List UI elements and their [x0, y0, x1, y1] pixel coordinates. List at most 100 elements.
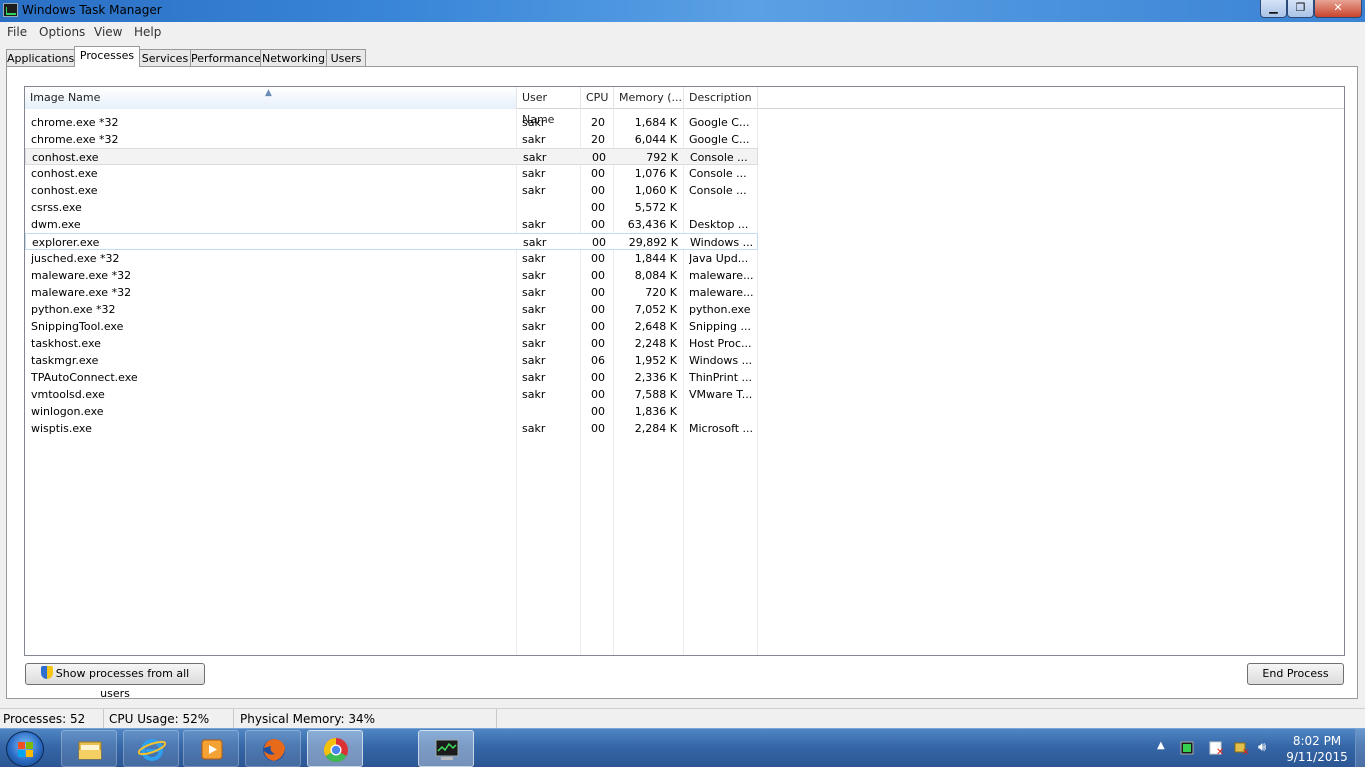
taskbar-chrome[interactable]: [307, 730, 363, 767]
tab-networking[interactable]: Networking: [260, 49, 327, 67]
process-name: dwm.exe: [31, 218, 81, 231]
process-description: Google C...: [689, 116, 750, 129]
process-user: sakr: [522, 354, 546, 367]
table-row[interactable]: conhost.exe sakr 00 1,076 K Console ...: [25, 165, 758, 182]
process-user: sakr: [522, 422, 546, 435]
show-desktop-button[interactable]: [1355, 729, 1365, 767]
process-cpu: 20: [591, 133, 605, 146]
process-cpu: 00: [591, 286, 605, 299]
process-name: explorer.exe: [32, 236, 100, 249]
process-user: sakr: [522, 286, 546, 299]
table-row[interactable]: dwm.exe sakr 00 63,436 K Desktop ...: [25, 216, 758, 233]
start-button[interactable]: [6, 731, 44, 767]
table-row[interactable]: maleware.exe *32 sakr 00 720 K maleware...: [25, 284, 758, 301]
process-user: sakr: [523, 151, 547, 164]
process-name: TPAutoConnect.exe: [31, 371, 138, 384]
menu-help[interactable]: Help: [134, 25, 161, 39]
network-connection-icon[interactable]: ✕: [1234, 741, 1250, 756]
close-button[interactable]: ✕: [1314, 0, 1362, 18]
process-user: [522, 403, 582, 420]
tab-users[interactable]: Users: [326, 49, 366, 67]
process-cpu: 00: [591, 320, 605, 333]
process-description: maleware...: [689, 286, 754, 299]
system-clock[interactable]: 8:02 PM 9/11/2015: [1282, 733, 1352, 765]
action-center-icon[interactable]: ✕: [1209, 741, 1225, 756]
table-row[interactable]: SnippingTool.exe sakr 00 2,648 K Snipping ..…: [25, 318, 758, 335]
process-cpu: 00: [591, 422, 605, 435]
table-row[interactable]: winlogon.exe 00 1,836 K: [25, 403, 758, 420]
menu-view[interactable]: View: [94, 25, 122, 39]
table-row[interactable]: TPAutoConnect.exe sakr 00 2,336 K ThinPrint …: [25, 369, 758, 386]
menu-options[interactable]: Options: [39, 25, 85, 39]
tab-performance[interactable]: Performance: [190, 49, 261, 67]
taskbar-firefox[interactable]: [245, 730, 301, 767]
process-memory: 2,336 K: [634, 371, 677, 384]
process-memory: 8,084 K: [634, 269, 677, 282]
window-title: Windows Task Manager: [22, 3, 162, 17]
table-row[interactable]: taskhost.exe sakr 00 2,248 K Host Proc...: [25, 335, 758, 352]
column-user-name[interactable]: User Name: [517, 87, 581, 126]
table-row[interactable]: conhost.exe sakr 00 792 K Console ...: [25, 148, 758, 165]
process-description: Host Proc...: [689, 337, 752, 350]
process-memory: 1,076 K: [634, 167, 677, 180]
process-cpu: 00: [592, 151, 606, 164]
sort-ascending-icon: ▲: [265, 88, 272, 98]
column-memory[interactable]: Memory (...: [614, 87, 684, 109]
process-memory: 7,052 K: [634, 303, 677, 316]
table-row[interactable]: explorer.exe sakr 00 29,892 K Windows ...: [25, 233, 758, 250]
status-processes: Processes: 52: [0, 709, 104, 729]
minimize-button[interactable]: ▁: [1260, 0, 1287, 18]
column-cpu[interactable]: CPU: [581, 87, 614, 109]
process-memory: 7,588 K: [634, 388, 677, 401]
table-row[interactable]: maleware.exe *32 sakr 00 8,084 K maleware...: [25, 267, 758, 284]
tab-services[interactable]: Services: [139, 49, 191, 67]
maximize-button[interactable]: ❐: [1287, 0, 1314, 18]
table-row[interactable]: jusched.exe *32 sakr 00 1,844 K Java Upd...: [25, 250, 758, 267]
file-explorer-icon: [78, 741, 102, 760]
volume-icon[interactable]: 🔊︎: [1258, 740, 1266, 767]
process-memory: 5,572 K: [634, 201, 677, 214]
process-user: sakr: [522, 320, 546, 333]
title-bar[interactable]: Windows Task Manager ▁ ❐ ✕: [0, 0, 1365, 22]
table-row[interactable]: csrss.exe 00 5,572 K: [25, 199, 758, 216]
process-user: sakr: [522, 252, 546, 265]
process-description: Windows ...: [689, 354, 753, 367]
end-process-button[interactable]: End Process: [1247, 663, 1344, 685]
tab-processes[interactable]: Processes: [74, 46, 140, 67]
process-name: conhost.exe: [32, 151, 99, 164]
process-user: sakr: [523, 236, 547, 249]
taskbar-internet-explorer[interactable]: [123, 730, 179, 767]
table-row[interactable]: taskmgr.exe sakr 06 1,952 K Windows ...: [25, 352, 758, 369]
show-hidden-icons-button[interactable]: ▲: [1157, 740, 1165, 767]
process-list[interactable]: ▲ Image Name User Name CPU Memory (... D…: [24, 86, 1345, 656]
taskbar-media-player[interactable]: [183, 730, 239, 767]
status-cpu-usage: CPU Usage: 52%: [106, 709, 234, 729]
process-memory: 2,648 K: [634, 320, 677, 333]
windows-logo-icon: [18, 742, 34, 757]
process-cpu: 00: [591, 371, 605, 384]
menu-bar: File Options View Help: [0, 22, 1365, 41]
internet-explorer-icon: [138, 739, 166, 761]
taskbar-task-manager[interactable]: [418, 730, 474, 767]
process-cpu: 00: [592, 236, 606, 249]
table-row[interactable]: conhost.exe sakr 00 1,060 K Console ...: [25, 182, 758, 199]
table-row[interactable]: vmtoolsd.exe sakr 00 7,588 K VMware T...: [25, 386, 758, 403]
process-name: python.exe *32: [31, 303, 116, 316]
show-all-users-button[interactable]: Show processes from all users: [25, 663, 205, 700]
process-description: [689, 403, 755, 420]
table-row[interactable]: chrome.exe *32 sakr 20 6,044 K Google C...: [25, 131, 758, 148]
media-player-icon: [201, 739, 223, 760]
network-status-icon[interactable]: [1180, 741, 1194, 755]
table-row[interactable]: wisptis.exe sakr 00 2,284 K Microsoft ...: [25, 420, 758, 437]
table-row[interactable]: chrome.exe *32 sakr 20 1,684 K Google C...: [25, 114, 758, 131]
process-memory: 63,436 K: [627, 218, 677, 231]
process-description: Google C...: [689, 133, 750, 146]
process-memory: 1,060 K: [634, 184, 677, 197]
menu-file[interactable]: File: [7, 25, 27, 39]
table-row[interactable]: python.exe *32 sakr 00 7,052 K python.exe: [25, 301, 758, 318]
column-image-name[interactable]: ▲ Image Name: [25, 87, 517, 109]
taskbar-file-explorer[interactable]: [61, 730, 117, 767]
tab-applications[interactable]: Applications: [6, 49, 75, 67]
column-description[interactable]: Description: [684, 87, 758, 109]
process-description: maleware...: [689, 269, 754, 282]
